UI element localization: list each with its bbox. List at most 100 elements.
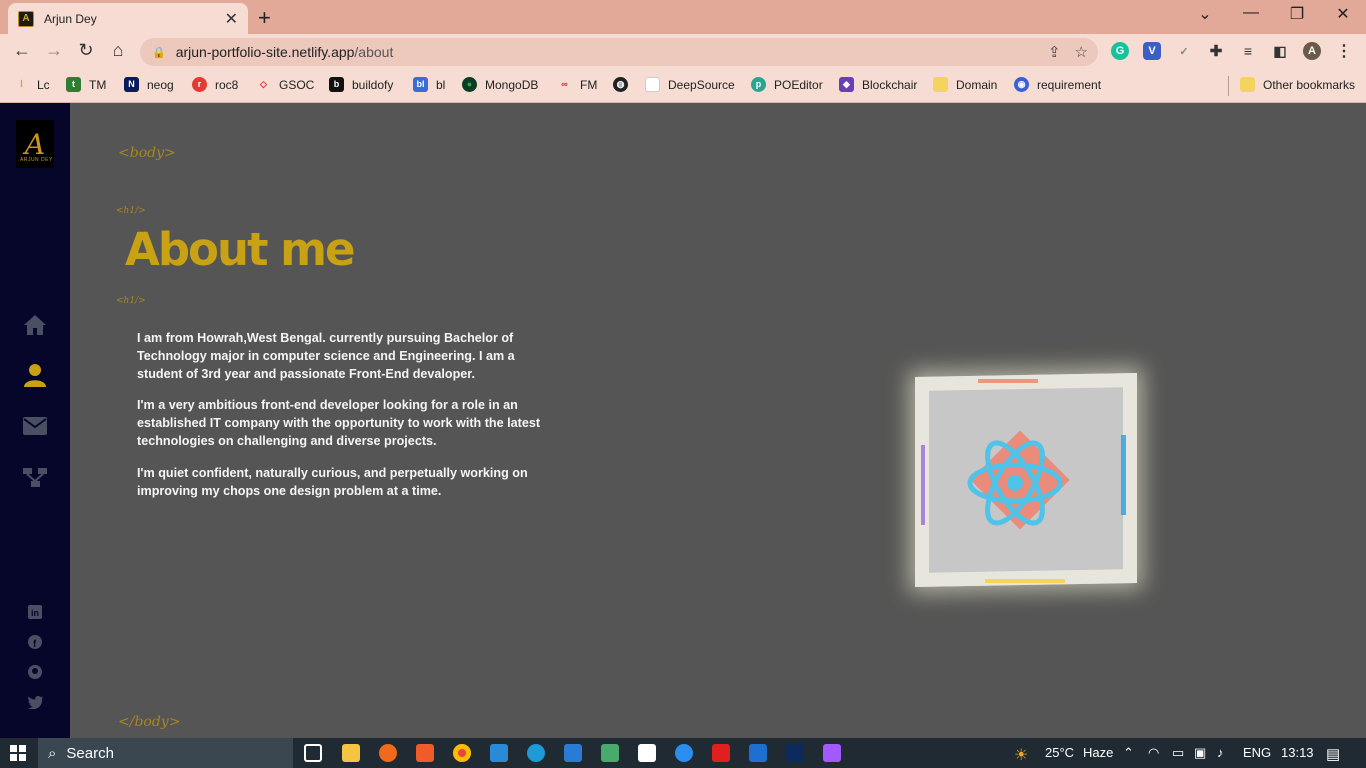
extensions-puzzle-icon[interactable]: ✚: [1207, 42, 1225, 60]
chrome-icon[interactable]: [453, 744, 471, 762]
taskbar-search-label: Search: [66, 744, 114, 762]
weather-desc[interactable]: Haze: [1083, 745, 1113, 760]
bookmark-gsoc[interactable]: ◇ GSOC: [256, 77, 314, 92]
bookmark-globe[interactable]: ◍: [613, 77, 636, 92]
home-button[interactable]: ⌂: [106, 40, 130, 61]
bookmark-label: Blockchair: [862, 77, 918, 92]
task-view-icon[interactable]: [304, 744, 322, 762]
profile-avatar[interactable]: A: [1303, 42, 1321, 60]
new-tab-button[interactable]: +: [258, 5, 271, 31]
restore-button[interactable]: ❐: [1274, 4, 1320, 24]
volume-icon[interactable]: ♪: [1217, 745, 1224, 760]
bookmark-label: Lc: [37, 77, 50, 92]
bookmark-star-icon[interactable]: ☆: [1075, 43, 1088, 61]
about-nav-icon[interactable]: [23, 363, 47, 387]
twitter-icon[interactable]: [27, 694, 43, 710]
bookmark-poeditor[interactable]: p POEditor: [751, 77, 823, 92]
facebook-icon[interactable]: f: [27, 634, 43, 650]
bookmark-label: Domain: [956, 77, 998, 92]
battery-icon[interactable]: ▭: [1172, 745, 1184, 761]
url-path: /about: [354, 44, 394, 60]
file-explorer-icon[interactable]: [342, 744, 360, 762]
bookmark-bl[interactable]: bl bl: [413, 77, 445, 92]
poeditor-icon: p: [751, 77, 766, 92]
forward-button[interactable]: →: [42, 40, 66, 61]
firefox-icon[interactable]: [379, 744, 397, 762]
git-icon[interactable]: [601, 744, 619, 762]
bookmark-lc[interactable]: ⅼ Lc: [14, 77, 50, 92]
windows-taskbar: ⌕ Search ☀ 25°C Haze ⌃ ◠ ▭ ▣ ♪ ENG 13:13…: [0, 738, 1366, 768]
bookmark-folder-domain[interactable]: Domain: [933, 77, 997, 92]
svg-text:in: in: [31, 608, 39, 618]
edge-icon[interactable]: [527, 744, 545, 762]
close-tab-icon[interactable]: ✕: [225, 9, 238, 29]
contact-mail-icon[interactable]: [23, 414, 47, 438]
address-bar[interactable]: 🔒 arjun-portfolio-site.netlify.app/about…: [140, 38, 1098, 66]
h1-close-tag: <h1/>: [116, 296, 146, 306]
bookmark-roc8[interactable]: r roc8: [192, 77, 238, 92]
pdf-icon[interactable]: [712, 744, 730, 762]
c-app-icon[interactable]: [675, 744, 693, 762]
share-icon[interactable]: ⇪: [1048, 43, 1061, 61]
tray-chevron-icon[interactable]: ⌃: [1123, 745, 1134, 761]
mongodb-leaf-icon: ●: [462, 77, 477, 92]
skills-cube[interactable]: [915, 373, 1137, 587]
github-icon[interactable]: [27, 664, 43, 680]
bookmark-requirement[interactable]: ◉ requirement: [1014, 77, 1101, 92]
menu-kebab-icon[interactable]: ⋮: [1335, 42, 1353, 60]
bookmark-deepsource[interactable]: DeepSource: [645, 77, 735, 92]
reload-button[interactable]: ↻: [74, 40, 98, 61]
lock-icon[interactable]: 🔒: [152, 46, 166, 59]
about-paragraph-1: I am from Howrah,West Bengal. currently …: [137, 331, 515, 381]
figma-icon[interactable]: [823, 744, 841, 762]
grammarly-extension-icon[interactable]: G: [1111, 42, 1129, 60]
disney-icon[interactable]: [786, 744, 804, 762]
bookmark-mongodb[interactable]: ● MongoDB: [462, 77, 538, 92]
weather-temp[interactable]: 25°C: [1045, 745, 1074, 760]
browser-toolbar: ← → ↻ ⌂ 🔒 arjun-portfolio-site.netlify.a…: [0, 34, 1366, 70]
store-icon[interactable]: [564, 744, 582, 762]
back-button[interactable]: ←: [10, 40, 34, 61]
side-panel-icon[interactable]: ◧: [1271, 42, 1289, 60]
search-icon: ⌕: [48, 744, 57, 762]
body-open-tag: <body>: [118, 145, 176, 161]
fm-icon: ∞: [557, 77, 572, 92]
projects-network-icon[interactable]: [23, 465, 47, 489]
bookmark-buildofy[interactable]: b buildofy: [329, 77, 393, 92]
site-favicon-icon: A: [18, 10, 34, 27]
bookmarks-divider: [1228, 76, 1229, 96]
notion-icon[interactable]: [638, 744, 656, 762]
mail-icon[interactable]: [749, 744, 767, 762]
close-window-button[interactable]: ✕: [1320, 4, 1366, 24]
other-bookmarks-folder[interactable]: Other bookmarks: [1240, 77, 1355, 92]
tab-search-icon[interactable]: ⌄: [1182, 4, 1228, 24]
bookmark-tm[interactable]: t TM: [66, 77, 106, 92]
bookmark-label: POEditor: [774, 77, 823, 92]
network-icon[interactable]: ▣: [1194, 745, 1206, 761]
language-indicator[interactable]: ENG: [1243, 745, 1271, 760]
shield-extension-icon[interactable]: V: [1143, 42, 1161, 60]
bookmark-blockchair[interactable]: ◆ Blockchair: [839, 77, 917, 92]
tab-strip: A Arjun Dey ✕ + ⌄ — ❐ ✕: [0, 0, 1366, 34]
taskbar-search[interactable]: ⌕ Search: [38, 738, 293, 768]
bookmark-label: requirement: [1037, 77, 1102, 92]
folder-icon: [933, 77, 948, 92]
bookmark-fm[interactable]: ∞ FM: [557, 77, 597, 92]
bookmark-neog[interactable]: Nneog: [124, 77, 174, 92]
bookmark-label: buildofy: [352, 77, 394, 92]
weather-icon[interactable]: ☀: [1014, 745, 1028, 765]
media-control-icon[interactable]: ≡: [1239, 42, 1257, 60]
vscode-icon[interactable]: [490, 744, 508, 762]
brave-icon[interactable]: [416, 744, 434, 762]
clock[interactable]: 13:13: [1281, 745, 1314, 760]
minimize-button[interactable]: —: [1228, 4, 1274, 22]
tm-icon: t: [66, 77, 81, 92]
home-nav-icon[interactable]: [23, 313, 47, 337]
check-extension-icon[interactable]: ✓: [1175, 42, 1193, 60]
browser-tab[interactable]: A Arjun Dey ✕: [8, 3, 248, 34]
notification-icon[interactable]: ▤: [1326, 745, 1340, 763]
wifi-icon[interactable]: ◠: [1148, 745, 1159, 761]
linkedin-icon[interactable]: in: [27, 604, 43, 620]
windows-start-icon[interactable]: [10, 745, 26, 761]
page-viewport: A ARJUN DEY in f <body> <h1/> About me <…: [0, 103, 1366, 738]
